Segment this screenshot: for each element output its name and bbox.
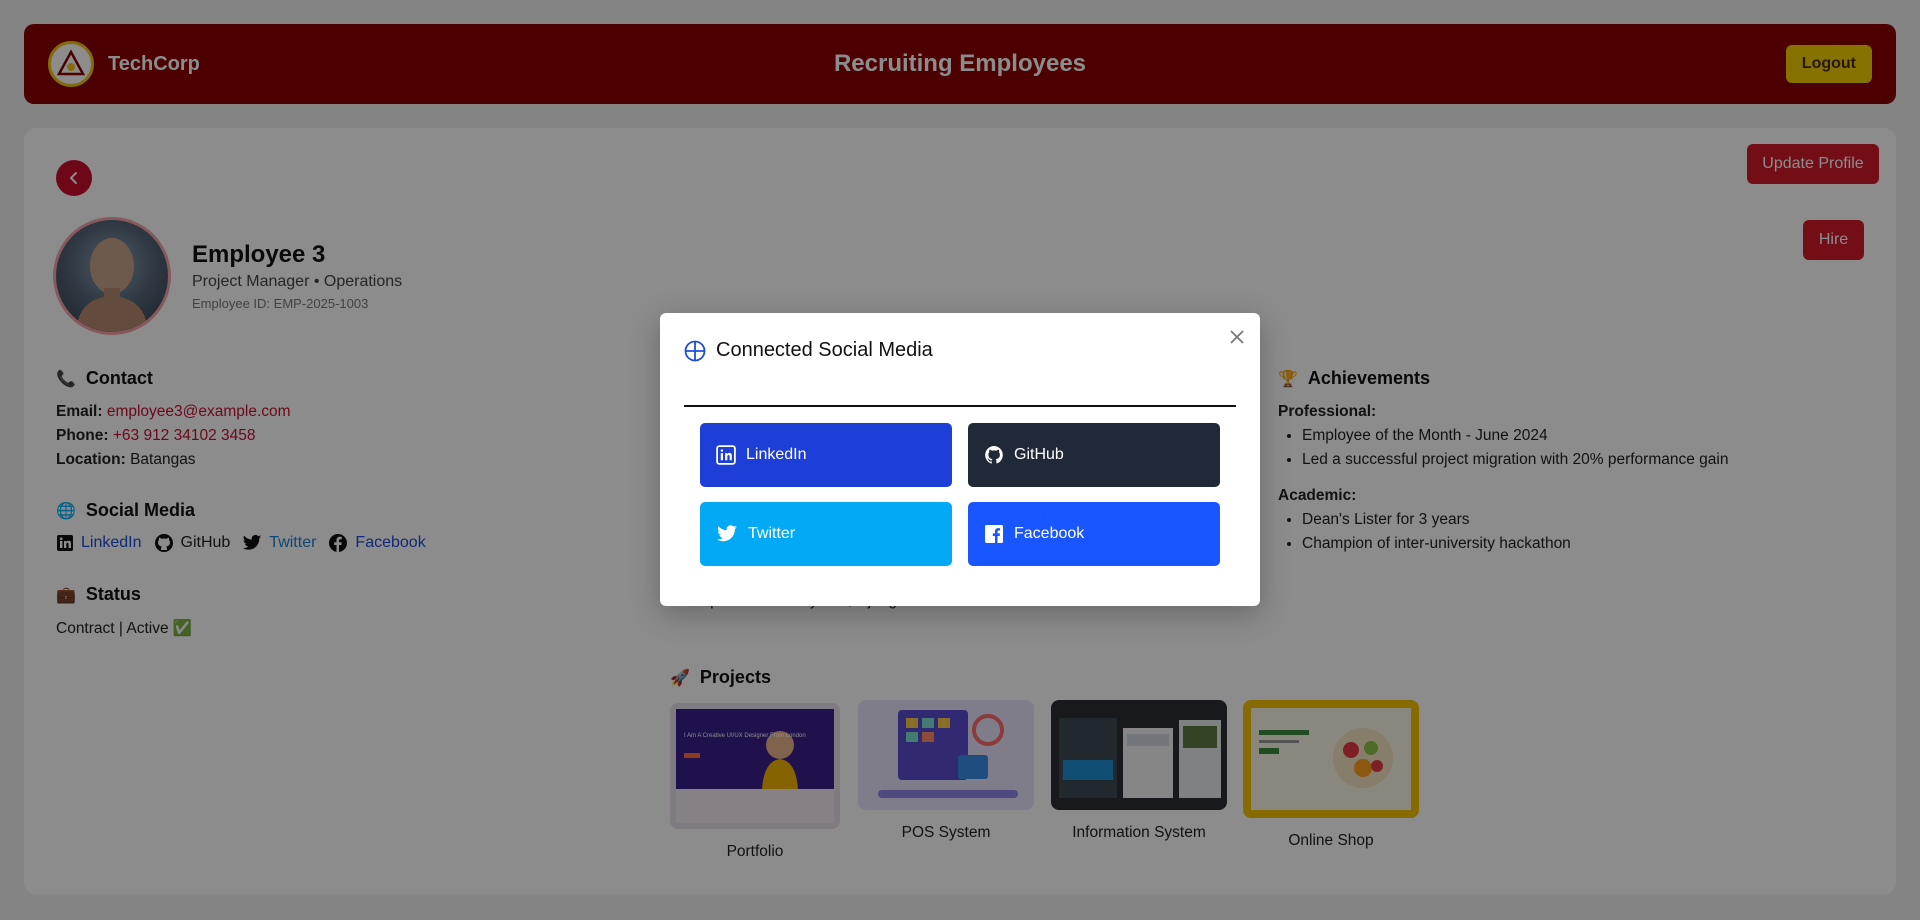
modal-divider xyxy=(684,405,1236,407)
github-icon xyxy=(985,446,1003,464)
facebook-icon xyxy=(985,525,1003,543)
connected-social-media-modal: Connected Social Media LinkedIn GitHub T… xyxy=(660,313,1260,606)
close-icon xyxy=(1230,329,1244,344)
globe-icon xyxy=(684,340,706,361)
linkedin-icon xyxy=(716,445,736,465)
modal-title-label: Connected Social Media xyxy=(716,339,933,361)
linkedin-button-label: LinkedIn xyxy=(746,446,807,463)
facebook-button[interactable]: Facebook xyxy=(968,502,1220,566)
github-button-label: GitHub xyxy=(1014,446,1064,463)
linkedin-button[interactable]: LinkedIn xyxy=(700,423,952,487)
close-button[interactable] xyxy=(1226,327,1248,349)
twitter-button-label: Twitter xyxy=(748,525,796,542)
modal-title: Connected Social Media xyxy=(684,339,933,362)
facebook-button-label: Facebook xyxy=(1014,525,1085,542)
github-button[interactable]: GitHub xyxy=(968,423,1220,487)
twitter-icon xyxy=(717,525,737,542)
twitter-button[interactable]: Twitter xyxy=(700,502,952,566)
